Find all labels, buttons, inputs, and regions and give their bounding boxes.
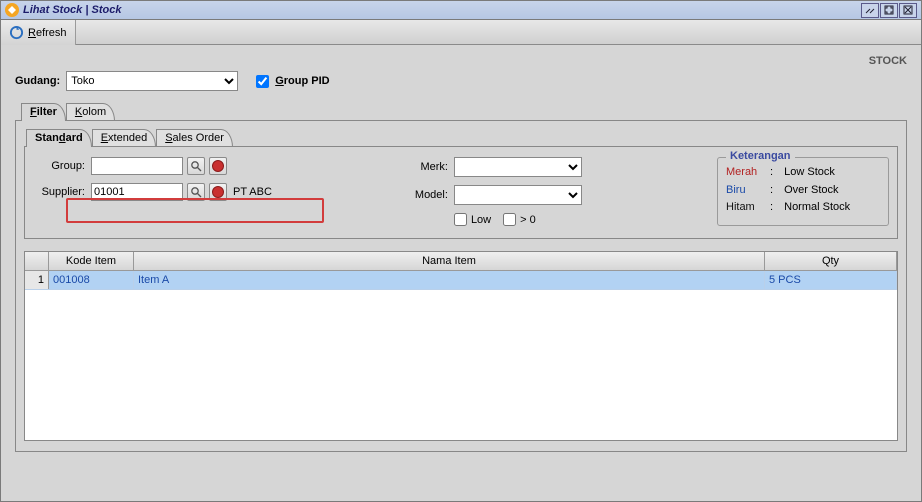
- toolbar: Refresh: [1, 20, 921, 45]
- cell-qty: 5 PCS: [765, 271, 897, 289]
- gudang-select[interactable]: Toko: [66, 71, 238, 91]
- supplier-input[interactable]: [91, 183, 183, 201]
- merk-select[interactable]: [454, 157, 582, 177]
- model-select[interactable]: [454, 185, 582, 205]
- refresh-button[interactable]: Refresh: [1, 20, 76, 45]
- gt0-label: > 0: [520, 214, 536, 226]
- low-label: Low: [471, 214, 491, 226]
- tab-filter[interactable]: Filter: [21, 103, 66, 121]
- col-nama-item[interactable]: Nama Item: [134, 252, 765, 270]
- legend-merah: Merah: [726, 164, 766, 182]
- keterangan-legend: Keterangan: [726, 150, 795, 162]
- low-checkbox[interactable]: [454, 213, 467, 226]
- tab-sales-order[interactable]: Sales Order: [156, 129, 233, 147]
- model-label: Model:: [402, 189, 450, 201]
- gt0-checkbox[interactable]: [503, 213, 516, 226]
- group-clear-button[interactable]: [209, 157, 227, 175]
- row-number: 1: [25, 271, 49, 289]
- clear-icon: [212, 186, 224, 198]
- maximize-icon[interactable]: [880, 3, 898, 18]
- titlebar: Lihat Stock | Stock: [1, 1, 921, 20]
- stock-grid[interactable]: Kode Item Nama Item Qty 1 001008 Item A …: [24, 251, 898, 441]
- group-input[interactable]: [91, 157, 183, 175]
- search-icon: [190, 160, 202, 172]
- legend-biru: Biru: [726, 182, 766, 200]
- cell-nama: Item A: [134, 271, 765, 289]
- group-pid-label: Group PID: [275, 75, 329, 87]
- supplier-name: PT ABC: [231, 186, 272, 198]
- app-icon: [5, 3, 19, 17]
- search-icon: [190, 186, 202, 198]
- keterangan-box: Keterangan Merah: Low Stock Biru: Over S…: [717, 157, 889, 226]
- tab-extended[interactable]: Extended: [92, 129, 157, 147]
- refresh-icon: [9, 25, 24, 40]
- group-label: Group:: [33, 160, 87, 172]
- table-row[interactable]: 1 001008 Item A 5 PCS: [25, 271, 897, 290]
- merk-label: Merk:: [402, 161, 450, 173]
- tab-kolom[interactable]: Kolom: [66, 103, 115, 121]
- grid-header: Kode Item Nama Item Qty: [25, 252, 897, 271]
- supplier-highlight: [66, 198, 324, 223]
- minimize-icon[interactable]: [861, 3, 879, 18]
- legend-hitam: Hitam: [726, 199, 766, 217]
- col-qty[interactable]: Qty: [765, 252, 897, 270]
- col-rownum[interactable]: [25, 252, 49, 270]
- cell-kode: 001008: [49, 271, 134, 289]
- supplier-label: Supplier:: [33, 186, 87, 198]
- supplier-clear-button[interactable]: [209, 183, 227, 201]
- col-kode-item[interactable]: Kode Item: [49, 252, 134, 270]
- gudang-label: Gudang:: [15, 75, 60, 87]
- group-search-button[interactable]: [187, 157, 205, 175]
- close-icon[interactable]: [899, 3, 917, 18]
- window-title: Lihat Stock | Stock: [23, 4, 860, 16]
- supplier-search-button[interactable]: [187, 183, 205, 201]
- page-heading: STOCK: [1, 45, 921, 71]
- tab-standard[interactable]: Standard: [26, 129, 92, 147]
- refresh-label: Refresh: [28, 27, 67, 39]
- clear-icon: [212, 160, 224, 172]
- group-pid-checkbox[interactable]: [256, 75, 269, 88]
